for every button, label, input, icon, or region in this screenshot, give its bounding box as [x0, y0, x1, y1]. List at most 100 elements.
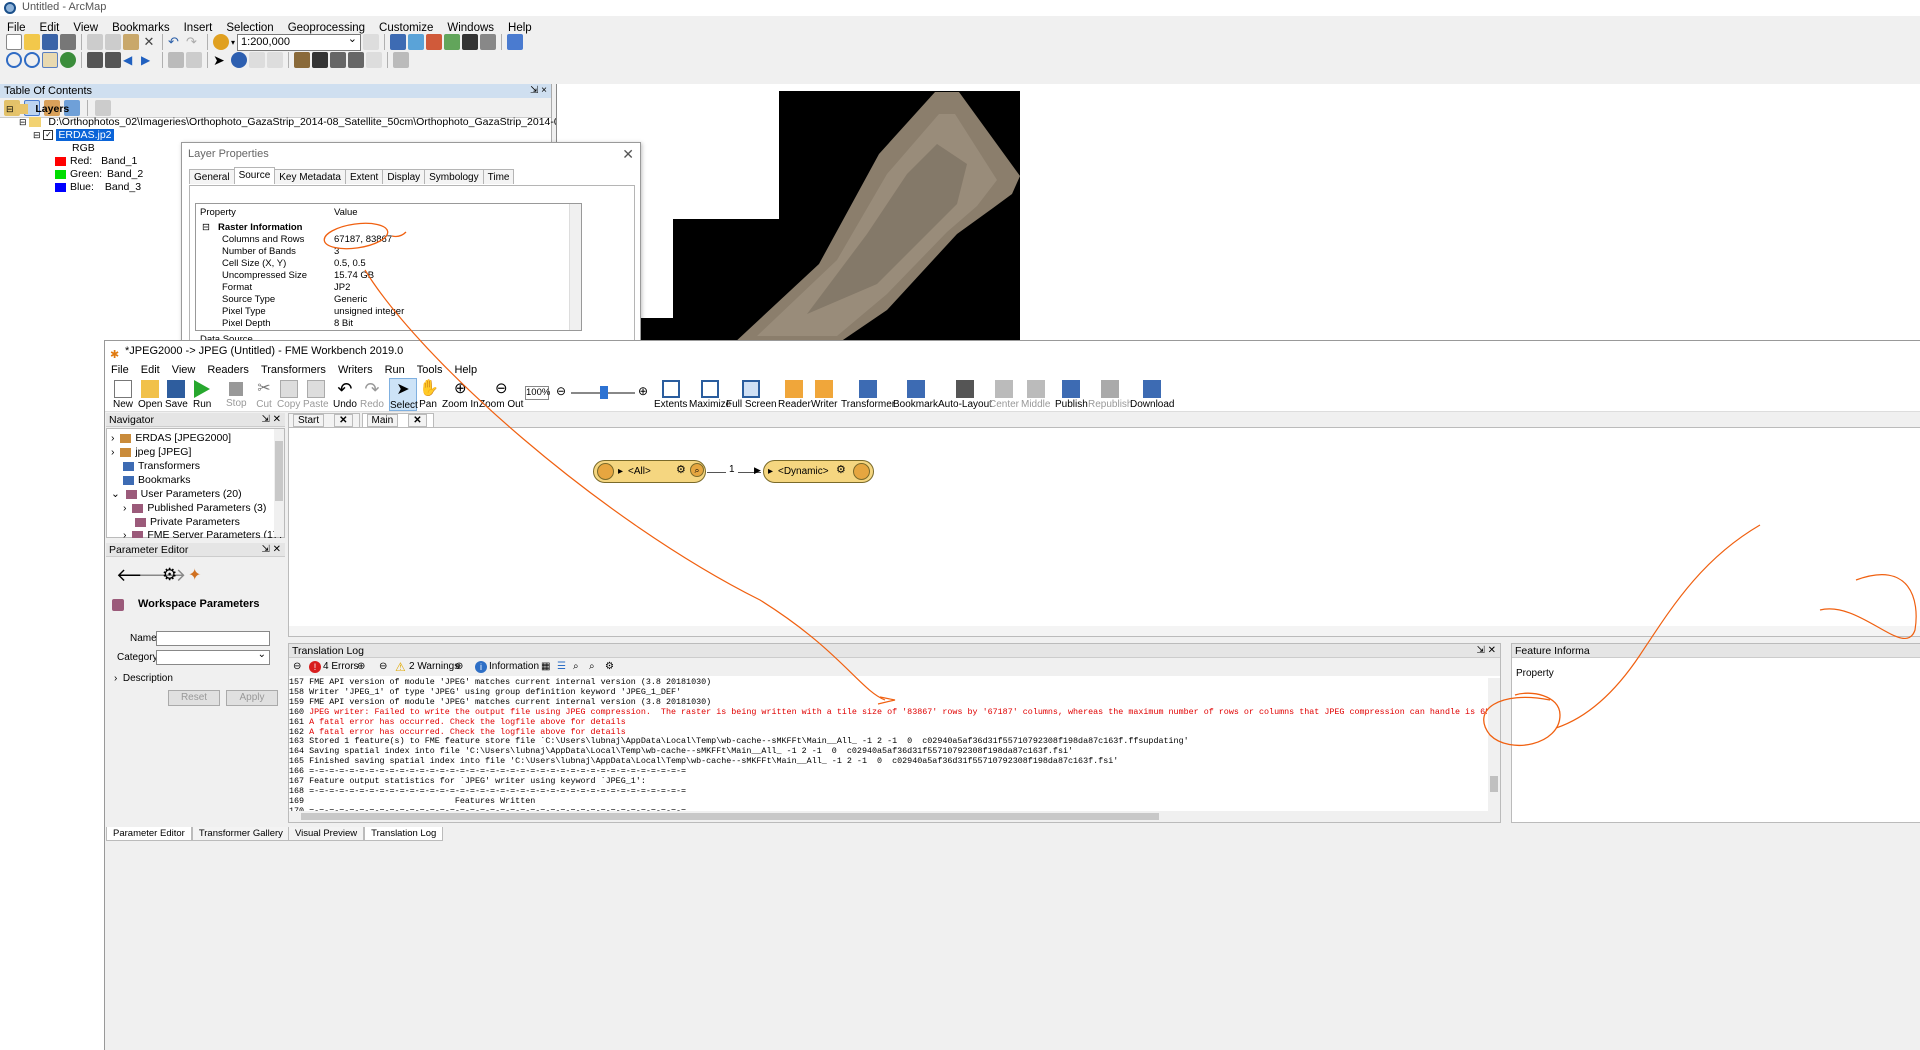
cut-icon[interactable] — [87, 34, 103, 50]
log-horizontal-scrollbar[interactable] — [289, 811, 1500, 822]
zoom-level-field[interactable]: 100% — [525, 386, 550, 400]
layer-name[interactable]: ERDAS.jp2 — [56, 129, 114, 141]
redo-icon[interactable]: ↷ — [186, 34, 202, 50]
tab-display[interactable]: Display — [382, 169, 426, 184]
search-icon[interactable]: ⌕ — [573, 658, 579, 676]
center-button[interactable]: Center — [989, 380, 1019, 410]
fme-menu-help[interactable]: Help — [448, 361, 483, 379]
add-data-icon[interactable] — [213, 34, 229, 50]
time-slider-icon[interactable] — [366, 52, 382, 68]
writer-feature-type-node[interactable]: ▸ <Dynamic> ⚙ — [763, 460, 874, 483]
tab-main[interactable]: Main ✕ — [361, 413, 434, 428]
reader-button[interactable]: Reader — [778, 380, 811, 410]
identify-icon[interactable] — [231, 52, 247, 68]
auto-layout-button[interactable]: Auto-Layout — [938, 380, 992, 410]
select-by-rectangle-icon[interactable] — [168, 52, 184, 68]
gear-icon[interactable]: ⚙ — [605, 658, 614, 676]
zoom-plus-icon[interactable]: ⊕ — [638, 384, 648, 398]
fme-menu-edit[interactable]: Edit — [135, 361, 166, 379]
help-icon[interactable] — [507, 34, 524, 50]
fme-menu-tools[interactable]: Tools — [411, 361, 449, 379]
information-filter[interactable]: Information — [489, 658, 539, 676]
description-toggle[interactable]: › Description — [114, 673, 173, 684]
error-icon[interactable]: ! — [309, 661, 321, 673]
publish-button[interactable]: Publish — [1055, 380, 1088, 410]
cut-button[interactable]: ✂ Cut — [255, 380, 273, 410]
layer-visibility-checkbox[interactable]: ✓ — [43, 130, 54, 141]
options-icon[interactable] — [95, 99, 111, 116]
reader-feature-type-node[interactable]: ▸ <All> ⚙ ⌕ — [593, 460, 706, 483]
apply-button[interactable]: Apply — [226, 690, 278, 706]
go-to-xy-icon[interactable] — [348, 52, 364, 68]
tab-general[interactable]: General — [189, 169, 235, 184]
workspace-canvas[interactable]: ▸ <All> ⚙ ⌕ 1 ▶ ▸ <Dynamic> ⚙ — [288, 427, 1920, 637]
tab-parameter-editor[interactable]: Parameter Editor — [106, 827, 192, 841]
filter-icon[interactable]: ▦ — [541, 658, 550, 676]
fme-menu-view[interactable]: View — [166, 361, 202, 379]
close-icon[interactable]: ✕ — [622, 143, 634, 165]
copy-button[interactable]: Copy — [277, 380, 300, 410]
tab-translation-log[interactable]: Translation Log — [364, 827, 444, 841]
model-builder-icon[interactable] — [480, 34, 497, 50]
zoom-minus-icon[interactable]: ⊖ — [556, 384, 566, 398]
transformer-button[interactable]: Transformer — [841, 380, 895, 410]
nav-item[interactable]: › ERDAS [JPEG2000] — [111, 431, 231, 445]
navigator-pin-close[interactable]: ⇲ ✕ — [261, 413, 281, 427]
editor-toolbar-icon[interactable] — [363, 34, 380, 50]
next-error-icon[interactable]: ⊕ — [357, 658, 365, 676]
full-extent-icon[interactable] — [60, 52, 76, 68]
layer-row[interactable]: ⊟ ✓ ERDAS.jp2 — [33, 128, 114, 142]
zoom-in-button[interactable]: ⊕ Zoom In — [442, 380, 479, 410]
name-field[interactable] — [156, 631, 270, 646]
nav-item[interactable]: › Published Parameters (3) — [123, 501, 266, 515]
select-button[interactable]: ➤ Select — [389, 378, 418, 411]
create-viewer-window-icon[interactable] — [393, 52, 409, 68]
nav-item[interactable]: ⌄ User Parameters (20) — [111, 487, 242, 501]
delete-icon[interactable]: ✕ — [141, 34, 157, 50]
go-forward-icon[interactable]: ▶ — [141, 52, 157, 68]
zoom-out-button[interactable]: ⊖ Zoom Out — [479, 380, 523, 410]
log-output[interactable]: 157 FME API version of module 'JPEG' mat… — [289, 678, 1487, 811]
measure-icon[interactable] — [294, 52, 310, 68]
tab-extent[interactable]: Extent — [344, 169, 384, 184]
redo-button[interactable]: ↷ Redo — [360, 380, 384, 410]
toc-pin-close[interactable]: ⇲ × — [530, 84, 547, 98]
nav-item[interactable]: Transformers — [123, 459, 200, 473]
fme-menu-writers[interactable]: Writers — [332, 361, 379, 379]
zoom-slider-thumb[interactable] — [600, 386, 608, 399]
fme-menu-readers[interactable]: Readers — [201, 361, 255, 379]
section-row[interactable]: ⊟ Raster Information — [196, 222, 581, 234]
next-warning-icon[interactable]: ⊕ — [455, 658, 463, 676]
tab-start[interactable]: Start ✕ — [288, 413, 360, 428]
canvas-horizontal-scrollbar[interactable] — [289, 626, 1920, 636]
undo-icon[interactable]: ↶ — [168, 34, 184, 50]
category-select[interactable]: ⌄ — [156, 649, 270, 665]
warnings-filter[interactable]: 2 Warnings — [409, 658, 459, 676]
errors-filter[interactable]: 4 Errors — [323, 658, 359, 676]
hyperlink-icon[interactable] — [249, 52, 265, 68]
tab-visual-preview[interactable]: Visual Preview — [288, 827, 365, 841]
save-button[interactable]: Save — [165, 380, 188, 410]
nav-item[interactable]: Bookmarks — [123, 473, 191, 487]
log-vertical-scrollbar[interactable] — [1488, 678, 1500, 811]
fixed-zoom-in-icon[interactable] — [87, 52, 103, 68]
table-of-contents-icon[interactable] — [390, 34, 407, 50]
fme-menu-run[interactable]: Run — [379, 361, 411, 379]
fixed-zoom-out-icon[interactable] — [105, 52, 121, 68]
layers-row[interactable]: ⊟ Layers — [6, 102, 69, 116]
arctoolbox-icon[interactable] — [444, 34, 461, 50]
maximize-button[interactable]: Maximize — [689, 380, 731, 410]
nav-item[interactable]: › jpeg [JPEG] — [111, 445, 191, 459]
navigator-scrollbar[interactable] — [274, 429, 284, 537]
python-window-icon[interactable] — [462, 34, 479, 50]
tab-symbology[interactable]: Symbology — [424, 169, 484, 184]
reset-button[interactable]: Reset — [168, 690, 220, 706]
nav-item[interactable]: › FME Server Parameters (17) — [123, 528, 282, 538]
search-window-icon[interactable] — [426, 34, 443, 50]
catalog-icon[interactable] — [408, 34, 425, 50]
new-document-icon[interactable] — [6, 34, 22, 50]
find-icon[interactable]: ⌕ — [589, 658, 595, 676]
extents-button[interactable]: Extents — [654, 380, 687, 410]
gear-icon[interactable]: ⚙ — [162, 565, 177, 585]
open-button[interactable]: Open — [138, 380, 162, 410]
